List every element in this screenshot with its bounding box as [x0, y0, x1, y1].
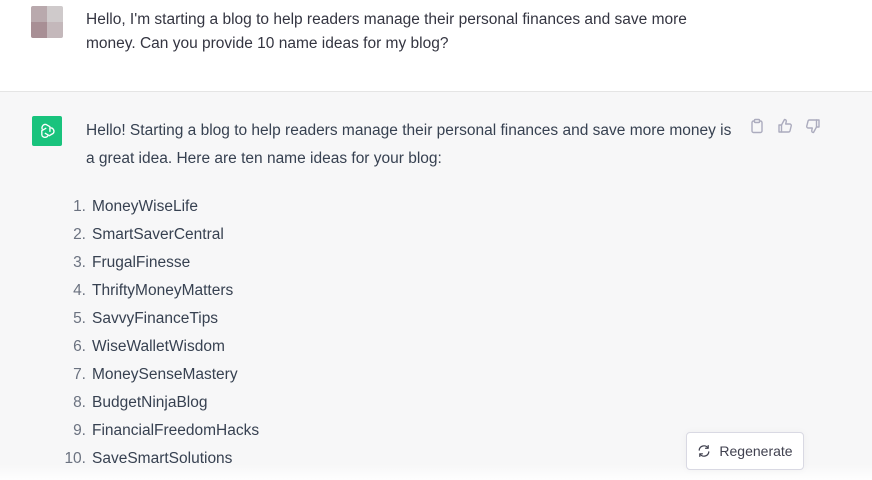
clipboard-icon — [751, 118, 763, 134]
copy-button[interactable] — [749, 118, 765, 134]
list-item-text: SmartSaverCentral — [92, 226, 224, 243]
list-number: 5. — [73, 310, 86, 327]
message-actions — [749, 118, 821, 134]
list-number: 4. — [73, 282, 86, 299]
list-item-text: WiseWalletWisdom — [92, 338, 225, 355]
list-item-text: MoneySenseMastery — [92, 366, 238, 383]
list-item: 1. MoneyWiseLife — [60, 193, 259, 221]
assistant-intro-text: Hello! Starting a blog to help readers m… — [86, 122, 732, 167]
list-number: 6. — [73, 338, 86, 355]
list-item: 3. FrugalFinesse — [60, 249, 259, 277]
blog-name-list: 1. MoneyWiseLife 2. SmartSaverCentral 3. Fr… — [60, 193, 259, 473]
list-item-text: ThriftyMoneyMatters — [92, 282, 234, 299]
user-message: Hello, I'm starting a blog to help reade… — [0, 0, 872, 92]
list-item: 8. BudgetNinjaBlog — [60, 389, 259, 417]
user-avatar — [31, 6, 63, 38]
list-item-text: MoneyWiseLife — [92, 198, 198, 215]
list-item-text: BudgetNinjaBlog — [92, 394, 208, 411]
list-number: 3. — [73, 254, 86, 271]
list-item: 4. ThriftyMoneyMatters — [60, 277, 259, 305]
user-message-text: Hello, I'm starting a blog to help reade… — [86, 11, 687, 52]
refresh-icon — [698, 444, 710, 458]
regenerate-button[interactable]: Regenerate — [686, 432, 804, 470]
openai-logo-icon — [41, 123, 55, 139]
assistant-message: Hello! Starting a blog to help readers m… — [0, 92, 872, 480]
list-item: 7. MoneySenseMastery — [60, 361, 259, 389]
regenerate-label: Regenerate — [719, 443, 793, 459]
list-item: 6. WiseWalletWisdom — [60, 333, 259, 361]
thumbs-up-icon — [778, 118, 792, 133]
list-item-text: SavvyFinanceTips — [92, 310, 219, 327]
assistant-avatar — [32, 116, 62, 146]
thumbs-down-button[interactable] — [805, 118, 821, 134]
list-item: 2. SmartSaverCentral — [60, 221, 259, 249]
list-item: 5. SavvyFinanceTips — [60, 305, 259, 333]
list-number: 9. — [73, 422, 86, 439]
thumbs-up-button[interactable] — [777, 118, 793, 134]
list-number: 1. — [73, 198, 86, 215]
list-item: 9. FinancialFreedomHacks — [60, 417, 259, 445]
list-number: 7. — [73, 366, 86, 383]
thumbs-down-icon — [806, 119, 820, 134]
list-item-text: FrugalFinesse — [92, 254, 191, 271]
list-item-text: FinancialFreedomHacks — [92, 422, 260, 439]
list-number: 8. — [73, 394, 86, 411]
list-number: 2. — [73, 226, 86, 243]
